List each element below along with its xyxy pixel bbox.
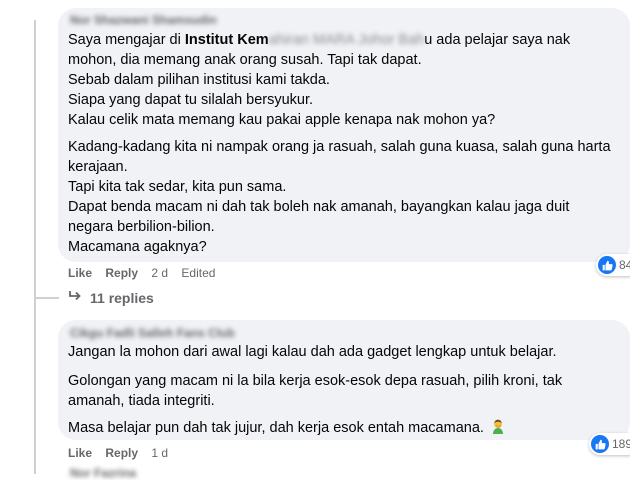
comment-text: Masa belajar pun dah tak jujur, dah kerj…	[68, 418, 506, 440]
comment-text: Jangan la mohon dari awal lagi kalau dah…	[68, 342, 557, 362]
comment-text-line: Kalau celik mata memang kau pakai apple …	[68, 112, 496, 128]
comment-text-line: mohon, dia memang anak orang susah. Tapi…	[68, 52, 422, 68]
comment-text-line: Dapat benda macam ni dah tak boleh nak a…	[68, 199, 570, 215]
like-button[interactable]: Like	[68, 446, 92, 460]
comment-text-line: Golongan yang macam ni la bila kerja eso…	[68, 373, 563, 389]
reaction-count: 84	[619, 258, 630, 272]
comment-text-line: Siapa yang dapat tu silalah bersyukur.	[68, 92, 314, 108]
comment-text-line: Macamana agaknya?	[68, 239, 207, 255]
like-button[interactable]: Like	[68, 266, 92, 280]
thread-line	[34, 20, 36, 298]
comment-text-line: Saya mengajar di Institut Kemahiran MARA…	[68, 32, 571, 48]
comment-text: Saya mengajar di Institut Kemahiran MARA…	[68, 30, 570, 130]
view-replies-button[interactable]: 11 replies	[68, 289, 154, 307]
edited-label[interactable]: Edited	[181, 266, 215, 280]
comment-text-line: amanah, tiada integriti.	[68, 393, 215, 409]
comment-timestamp[interactable]: 1 d	[151, 446, 168, 460]
thumbs-up-icon	[591, 435, 609, 453]
reaction-badge[interactable]: 84	[596, 254, 630, 276]
comment-actions: Like Reply 1 d	[68, 446, 178, 460]
comment-text-line: Kadang-kadang kita ni nampak orang ja ra…	[68, 139, 611, 155]
reaction-count: 189	[612, 437, 630, 451]
comment-text: Golongan yang macam ni la bila kerja eso…	[68, 371, 562, 411]
replies-label: 11 replies	[90, 290, 154, 306]
comment-text-line: Sebab dalam pilihan institusi kami takda…	[68, 72, 330, 88]
comment-text-line: negara berbilion-bilion.	[68, 219, 215, 235]
thread-line	[34, 298, 36, 474]
comment-timestamp[interactable]: 2 d	[151, 266, 168, 280]
comment-text: Kadang-kadang kita ni nampak orang ja ra…	[68, 137, 611, 257]
comment-author[interactable]: Nor Shazwani Shamsudin	[70, 13, 217, 27]
thread-connector	[35, 297, 59, 299]
reply-button[interactable]: Reply	[105, 446, 138, 460]
thumbs-up-icon	[598, 256, 616, 274]
reply-button[interactable]: Reply	[105, 266, 138, 280]
comment-text-line: Jangan la mohon dari awal lagi kalau dah…	[68, 344, 557, 360]
comment-text-line: kerajaan.	[68, 159, 128, 175]
reaction-badge[interactable]: 189	[589, 433, 630, 455]
man-facepalming-emoji	[490, 418, 506, 440]
comment-author[interactable]: Cikgu Fadli Salleh Fans Club	[70, 326, 235, 340]
next-comment-author[interactable]: Nor Fazrina	[70, 466, 136, 480]
comment-text-line: Tapi kita tak sedar, kita pun sama.	[68, 179, 287, 195]
comment-actions: Like Reply 2 d Edited	[68, 266, 225, 280]
reply-arrow-icon	[68, 289, 82, 307]
comment-text-line: Masa belajar pun dah tak jujur, dah kerj…	[68, 418, 506, 440]
